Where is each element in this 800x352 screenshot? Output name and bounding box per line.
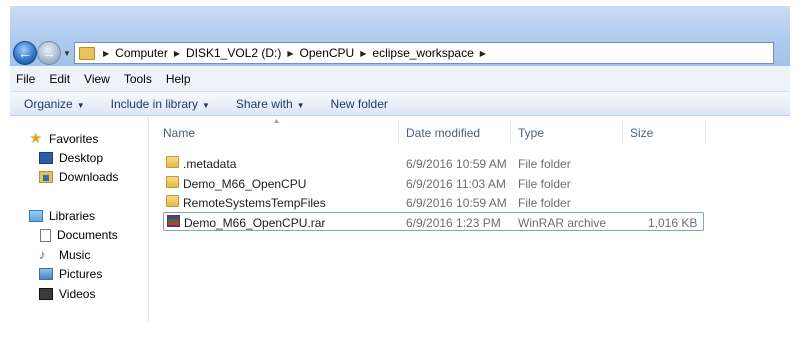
organize-button[interactable]: Organize ▼ — [24, 97, 85, 111]
nav-favorites-label: Favorites — [49, 132, 99, 146]
navigation-pane: ★ Favorites Desktop Downloads Libraries … — [10, 116, 149, 322]
file-name: Demo_M66_OpenCPU.rar — [184, 216, 326, 230]
back-button[interactable]: ← — [13, 41, 37, 65]
forward-arrow-icon: → — [42, 45, 56, 61]
nav-documents[interactable]: Documents — [40, 228, 118, 242]
file-name: Demo_M66_OpenCPU — [183, 177, 307, 191]
file-date: 6/9/2016 1:23 PM — [406, 216, 501, 230]
file-row-remote-systems[interactable]: RemoteSystemsTempFiles 6/9/2016 10:59 AM… — [163, 193, 704, 212]
nav-documents-label: Documents — [57, 228, 118, 242]
share-with-button[interactable]: Share with ▼ — [236, 97, 305, 111]
organize-label: Organize — [24, 96, 73, 111]
chevron-down-icon: ▼ — [296, 100, 305, 110]
menu-file[interactable]: File — [16, 72, 35, 86]
share-with-label: Share with — [235, 96, 293, 111]
command-bar: Organize ▼ Include in library ▼ Share with… — [10, 92, 790, 116]
nav-libraries[interactable]: Libraries — [29, 209, 95, 223]
breadcrumb-disk[interactable]: DISK1_VOL2 (D:) — [186, 46, 281, 60]
file-date: 6/9/2016 10:59 AM — [406, 196, 507, 210]
nav-downloads-label: Downloads — [59, 170, 119, 184]
folder-icon — [79, 46, 95, 60]
nav-music[interactable]: ♪ Music — [39, 248, 90, 262]
nav-music-label: Music — [59, 248, 91, 262]
file-type: File folder — [518, 196, 571, 210]
nav-pictures[interactable]: Pictures — [39, 267, 102, 281]
column-divider[interactable] — [398, 122, 399, 144]
address-bar-area: ← → ▼ ▶ Computer ▶ DISK1_VOL2 (D:) ▶ Ope… — [10, 6, 790, 66]
documents-icon — [40, 228, 51, 242]
column-header-type[interactable]: Type — [518, 126, 544, 140]
file-type: File folder — [518, 157, 571, 171]
explorer-window: ← → ▼ ▶ Computer ▶ DISK1_VOL2 (D:) ▶ Ope… — [10, 6, 790, 322]
file-date: 6/9/2016 11:03 AM — [406, 177, 506, 191]
file-size: 1,016 KB — [648, 216, 698, 230]
menu-tools[interactable]: Tools — [124, 72, 152, 86]
chevron-down-icon: ▼ — [76, 100, 85, 110]
new-folder-button[interactable]: New folder — [331, 97, 388, 111]
file-row-demo-rar[interactable]: Demo_M66_OpenCPU.rar 6/9/2016 1:23 PM Wi… — [163, 212, 704, 231]
breadcrumb-opencpu[interactable]: OpenCPU — [300, 46, 355, 60]
nav-downloads[interactable]: Downloads — [39, 170, 118, 184]
column-divider[interactable] — [705, 122, 706, 144]
nav-libraries-label: Libraries — [49, 209, 96, 223]
breadcrumb-eclipse-workspace[interactable]: eclipse_workspace — [372, 46, 473, 60]
libraries-icon — [29, 210, 43, 222]
address-box[interactable]: ▶ Computer ▶ DISK1_VOL2 (D:) ▶ OpenCPU ▶… — [74, 42, 774, 64]
nav-pictures-label: Pictures — [59, 267, 103, 281]
sort-ascending-icon: ▲ — [273, 118, 280, 125]
menu-edit[interactable]: Edit — [49, 72, 70, 86]
chevron-right-icon[interactable]: ▶ — [287, 49, 293, 58]
folder-icon — [166, 176, 179, 188]
menu-bar: File Edit View Tools Help — [10, 66, 790, 92]
chevron-right-icon[interactable]: ▶ — [174, 49, 180, 58]
star-icon: ★ — [29, 130, 43, 147]
nav-favorites[interactable]: ★ Favorites — [29, 130, 99, 147]
recent-pages-chevron-icon[interactable]: ▼ — [63, 49, 71, 58]
include-in-library-label: Include in library — [110, 96, 198, 111]
file-row-demo-folder[interactable]: Demo_M66_OpenCPU 6/9/2016 11:03 AM File … — [163, 174, 704, 193]
file-name: RemoteSystemsTempFiles — [183, 196, 326, 210]
folder-icon — [166, 156, 179, 168]
videos-icon — [39, 288, 53, 300]
chevron-right-icon[interactable]: ▶ — [103, 49, 109, 58]
chevron-down-icon: ▼ — [202, 100, 210, 110]
folder-icon — [166, 195, 179, 207]
menu-view[interactable]: View — [84, 72, 110, 86]
desktop-icon — [39, 152, 53, 164]
menu-help[interactable]: Help — [166, 72, 191, 86]
column-header-size[interactable]: Size — [630, 126, 653, 140]
file-name: .metadata — [183, 157, 237, 171]
file-date: 6/9/2016 10:59 AM — [406, 157, 507, 171]
winrar-archive-icon — [167, 215, 180, 227]
include-in-library-button[interactable]: Include in library ▼ — [111, 97, 210, 111]
nav-desktop[interactable]: Desktop — [39, 151, 103, 165]
breadcrumb-computer[interactable]: Computer — [115, 46, 168, 60]
forward-button[interactable]: → — [37, 41, 61, 65]
nav-videos-label: Videos — [59, 287, 96, 301]
music-note-icon: ♪ — [39, 247, 46, 262]
back-arrow-icon: ← — [18, 45, 32, 61]
nav-videos[interactable]: Videos — [39, 287, 95, 301]
file-list: ▲ Name Date modified Type Size .metadata… — [149, 116, 790, 322]
downloads-icon — [39, 171, 53, 183]
file-row-metadata[interactable]: .metadata 6/9/2016 10:59 AM File folder — [163, 154, 704, 173]
column-divider[interactable] — [510, 122, 511, 144]
pictures-icon — [39, 268, 53, 280]
chevron-right-icon[interactable]: ▶ — [480, 49, 486, 58]
chevron-right-icon[interactable]: ▶ — [360, 49, 366, 58]
column-header-date-modified[interactable]: Date modified — [406, 126, 480, 140]
column-header-name[interactable]: Name — [163, 126, 195, 140]
column-divider[interactable] — [622, 122, 623, 144]
nav-desktop-label: Desktop — [59, 151, 104, 165]
file-type: WinRAR archive — [518, 216, 607, 230]
file-type: File folder — [518, 177, 571, 191]
